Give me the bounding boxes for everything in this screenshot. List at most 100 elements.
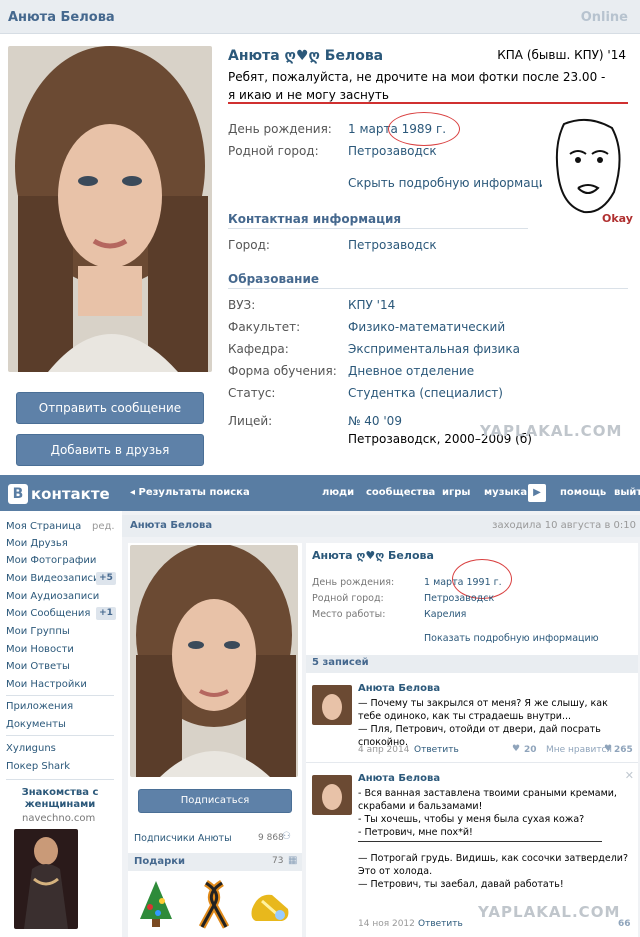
wall-post: Анюта Белова — Почему ты закрылся от мен…	[306, 677, 638, 763]
field-label: Лицей:	[228, 414, 273, 428]
hide-info-link[interactable]: Скрыть подробную информацию	[348, 176, 557, 190]
menu-edit-link[interactable]: ред.	[92, 521, 115, 532]
profile-left-column: Подписаться Подписчики Анюты 9 868 ⚇ Под…	[128, 543, 302, 937]
post-date[interactable]: 14 ноя 2012	[358, 919, 415, 929]
menu-news[interactable]: Мои Новости	[6, 644, 74, 655]
hometown-value[interactable]: Петрозаводск	[348, 144, 437, 158]
post-text: — Почему ты закрылся от меня? Я же слышу…	[358, 698, 608, 748]
menu-audio[interactable]: Мои Аудиозаписи	[6, 591, 99, 602]
like-icon[interactable]: ♥	[604, 744, 612, 754]
post-avatar[interactable]	[312, 775, 352, 815]
menu-photos[interactable]: Мои Фотографии	[6, 555, 96, 566]
gift-ribbon-icon[interactable]	[192, 879, 236, 929]
gift-tree-icon[interactable]	[134, 879, 178, 929]
post-date[interactable]: 4 апр 2014	[358, 745, 409, 755]
menu-divider	[6, 695, 114, 696]
profile-name: Анюта ღ♥ღ Белова	[312, 549, 434, 562]
field-label: Факультет:	[228, 320, 301, 334]
city-value[interactable]: Петрозаводск	[348, 238, 437, 252]
menu-friends[interactable]: Мои Друзья	[6, 538, 68, 549]
send-message-button[interactable]: Отправить сообщение	[16, 392, 204, 424]
profile-name: Анюта ღ♥ღ Белова	[228, 48, 384, 64]
post-reply-link[interactable]: Ответить	[418, 919, 463, 929]
top-screenshot: Анюта Белова Online Отправить сообщение …	[0, 0, 640, 470]
last-seen: заходила 10 августа в 0:10	[492, 520, 636, 531]
back-to-search-link[interactable]: ◂ Результаты поиска	[130, 487, 250, 498]
menu-messages[interactable]: Мои Сообщения	[6, 608, 90, 619]
followers-label[interactable]: Подписчики Анюты	[134, 833, 232, 844]
menu-settings[interactable]: Мои Настройки	[6, 679, 87, 690]
profile-status: Ребят, пожалуйста, не дрочите на мои фот…	[228, 70, 606, 102]
nav-communities[interactable]: сообщества	[366, 487, 435, 498]
post-reply-link[interactable]: Ответить	[414, 745, 459, 755]
profile-photo[interactable]	[8, 46, 212, 372]
followers-count: 9 868	[258, 833, 284, 843]
menu-videos[interactable]: Мои Видеозаписи	[6, 573, 99, 584]
red-underline	[228, 102, 628, 104]
messages-count-badge: +1	[96, 607, 116, 620]
main-content: Анюта Белова заходила 10 августа в 0:10 …	[122, 511, 640, 937]
gifts-label[interactable]: Подарки	[134, 856, 185, 867]
menu-apps[interactable]: Приложения	[6, 701, 73, 712]
post-liked-label[interactable]: Мне нравится	[546, 745, 612, 755]
nav-logout[interactable]: выйти	[614, 487, 640, 498]
menu-my-page[interactable]: Моя Страница	[6, 521, 81, 532]
vk-logo[interactable]: В контакте	[8, 484, 110, 504]
hometown-value[interactable]: Петрозаводск	[424, 593, 494, 604]
section-divider	[228, 228, 528, 229]
followers-icon: ⚇	[282, 831, 291, 842]
department-value[interactable]: Эксприментальная физика	[348, 342, 520, 356]
bottom-screenshot: В контакте ◂ Результаты поиска люди сооб…	[0, 472, 640, 937]
vk-logo-icon: В	[8, 484, 28, 504]
workplace-value[interactable]: Карелия	[424, 609, 466, 620]
post-author[interactable]: Анюта Белова	[358, 683, 440, 694]
contact-section-title: Контактная информация	[228, 212, 402, 226]
education-section-title: Образование	[228, 272, 320, 286]
menu-documents[interactable]: Документы	[6, 719, 66, 730]
field-label: Кафедра:	[228, 342, 289, 356]
faculty-value[interactable]: Физико-математический	[348, 320, 505, 334]
close-icon[interactable]: ✕	[625, 769, 634, 782]
profile-school[interactable]: КПА (бывш. КПУ) '14	[497, 48, 626, 62]
videos-count-badge: +5	[96, 572, 116, 585]
post-author[interactable]: Анюта Белова	[358, 773, 440, 784]
field-label: Статус:	[228, 386, 276, 400]
nav-games[interactable]: игры	[442, 487, 470, 498]
gift-shoe-icon[interactable]	[248, 879, 292, 929]
online-status: Online	[580, 10, 628, 25]
menu-app-poker[interactable]: Покер Shark	[6, 761, 70, 772]
watermark: YAPLAKAL.COM	[478, 903, 621, 921]
show-info-link[interactable]: Показать подробную информацию	[424, 633, 599, 644]
ad-site[interactable]: navechno.com	[22, 813, 95, 824]
okay-meme-image: Okay	[542, 114, 634, 225]
play-icon[interactable]: ▶	[528, 484, 546, 502]
university-value[interactable]: КПУ '14	[348, 298, 395, 312]
top-header-name[interactable]: Анюта Белова	[8, 10, 115, 25]
field-label: День рождения:	[312, 577, 395, 588]
nav-music[interactable]: музыка	[484, 487, 527, 498]
gifts-count: 73	[272, 856, 284, 866]
status-value[interactable]: Студентка (специалист)	[348, 386, 503, 400]
menu-app-huliguns[interactable]: Хулиguns	[6, 743, 56, 754]
nav-people[interactable]: люди	[322, 487, 354, 498]
profile-photo-small[interactable]	[130, 545, 298, 777]
study-form-value[interactable]: Дневное отделение	[348, 364, 474, 378]
profile-right-column: Анюта ღ♥ღ Белова День рождения: 1 марта …	[306, 543, 638, 937]
lyceum-value[interactable]: № 40 '09	[348, 414, 402, 428]
vk-top-bar: В контакте ◂ Результаты поиска люди сооб…	[0, 475, 640, 511]
like-icon[interactable]: ♥	[512, 744, 520, 754]
field-label: Форма обучения:	[228, 364, 337, 378]
subscribe-button[interactable]: Подписаться	[138, 789, 292, 813]
add-friend-button[interactable]: Добавить в друзья	[16, 434, 204, 466]
wall-header[interactable]: 5 записей	[306, 655, 638, 673]
nav-help[interactable]: помощь	[560, 487, 606, 498]
menu-groups[interactable]: Мои Группы	[6, 626, 70, 637]
gifts-icon: ▦	[288, 855, 298, 866]
ad-image[interactable]	[14, 829, 78, 929]
ad-title[interactable]: Знакомства с женщинами	[10, 787, 110, 811]
field-label: Город:	[228, 238, 270, 252]
post-separator	[358, 841, 602, 842]
top-profile-info: Анюта ღ♥ღ Белова КПА (бывш. КПУ) '14 Реб…	[224, 44, 634, 464]
post-avatar[interactable]	[312, 685, 352, 725]
menu-answers[interactable]: Мои Ответы	[6, 661, 70, 672]
